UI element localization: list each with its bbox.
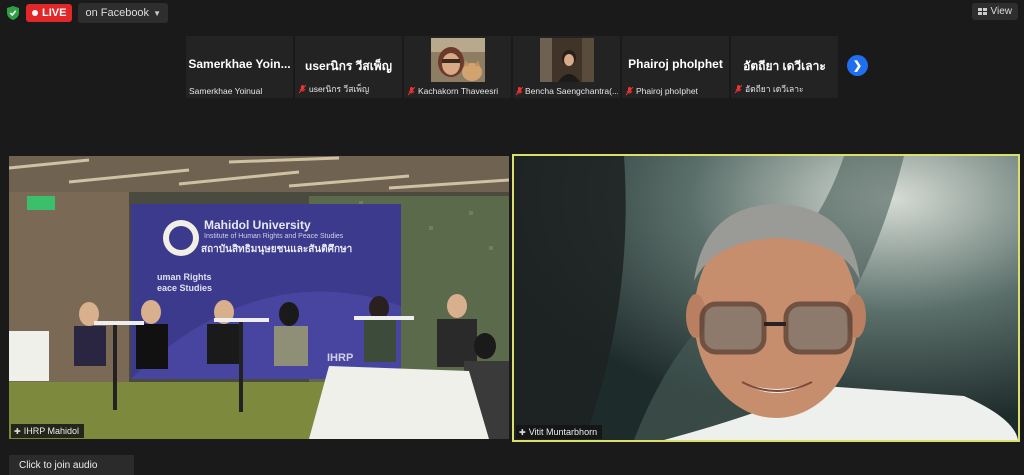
banner-small-text: IHRP [327,352,354,364]
video-participant-name: IHRP Mahidol [23,426,80,436]
participant-display-name: userนิกร วีสเพ็ญ [305,59,392,73]
view-label: View [990,6,1013,17]
participant-name: Phairoj phoIphet [636,86,698,96]
participant-name-label: Bencha Saengchantra(... [516,86,618,96]
grid-view-icon [977,8,987,15]
participant-tile[interactable]: Bencha Saengchantra(... [513,36,620,98]
speaker-scene [514,156,1018,440]
participant-name-label: อัตถียา เดวีเลาะ [734,82,836,96]
banner-thai-text: สถาบันสิทธิมนุษยชนและสันติศึกษา [201,244,353,255]
participant-display-name: อัตถียา เดวีเลาะ [743,59,826,73]
conference-room-scene [9,156,509,439]
mic-muted-icon [734,84,743,94]
participant-video-thumbnail [539,38,594,82]
pin-icon: ✚ [14,426,21,436]
participant-name-label: Samerkhae Yoinual [189,86,291,96]
security-shield-icon[interactable] [6,5,20,21]
video-name-label: ✚ IHRP Mahidol [11,424,85,438]
video-ihrp-mahidol[interactable]: Mahidol University Institute of Human Ri… [9,156,509,439]
mic-muted-icon [407,86,416,96]
participant-name: Bencha Saengchantra(... [525,86,618,96]
participant-tile[interactable]: อัตถียา เดวีเลาะ อัตถียา เดวีเลาะ [731,36,838,98]
pin-icon: ✚ [519,427,526,437]
live-badge[interactable]: LIVE [26,4,73,22]
participant-name-label: Kachakorn Thaveesri [407,86,509,96]
stream-target-label: on Facebook [85,7,150,19]
participant-display-name: Phairoj phoIphet [628,57,723,71]
mic-muted-icon [625,86,634,96]
mic-muted-icon [516,86,523,96]
top-left-controls: LIVE on Facebook ▼ [6,3,168,23]
participant-name: อัตถียา เดวีเลาะ [745,84,804,94]
caret-down-icon: ▼ [153,8,161,18]
stream-target-dropdown[interactable]: on Facebook ▼ [78,3,168,23]
participant-video-thumbnail [430,38,485,82]
join-audio-button[interactable]: Click to join audio [9,455,134,475]
participant-tile[interactable]: Phairoj phoIphet Phairoj phoIphet [622,36,729,98]
banner-side-text: uman Rights eace Studies [157,272,213,293]
participant-strip: Samerkhae Yoin... Samerkhae Yoinual user… [186,36,838,98]
video-participant-name: Vitit Muntarbhorn [528,427,598,437]
mic-muted-icon [298,84,307,94]
live-label: LIVE [42,7,67,19]
participant-tile[interactable]: userนิกร วีสเพ็ญ userนิกร วีสเพ็ญ [295,36,402,98]
live-dot-icon [32,10,38,16]
next-page-arrow-icon[interactable]: ❯ [847,55,868,76]
participant-name: Kachakorn Thaveesri [418,86,499,96]
participant-tile[interactable]: Samerkhae Yoin... Samerkhae Yoinual [186,36,293,98]
participant-name-label: userนิกร วีสเพ็ญ [298,82,400,96]
participant-name-label: Phairoj phoIphet [625,86,727,96]
participant-tile[interactable]: Kachakorn Thaveesri [404,36,511,98]
participant-name: Samerkhae Yoinual [189,86,263,96]
participant-display-name: Samerkhae Yoin... [188,57,291,71]
banner-subtitle: Institute of Human Rights and Peace Stud… [204,233,344,240]
view-button[interactable]: View [971,3,1018,20]
participant-name: userนิกร วีสเพ็ญ [309,84,370,94]
video-name-label: ✚ Vitit Muntarbhorn [516,425,603,439]
video-active-speaker[interactable]: ✚ Vitit Muntarbhorn [512,154,1020,442]
banner-title: Mahidol University [204,218,311,232]
